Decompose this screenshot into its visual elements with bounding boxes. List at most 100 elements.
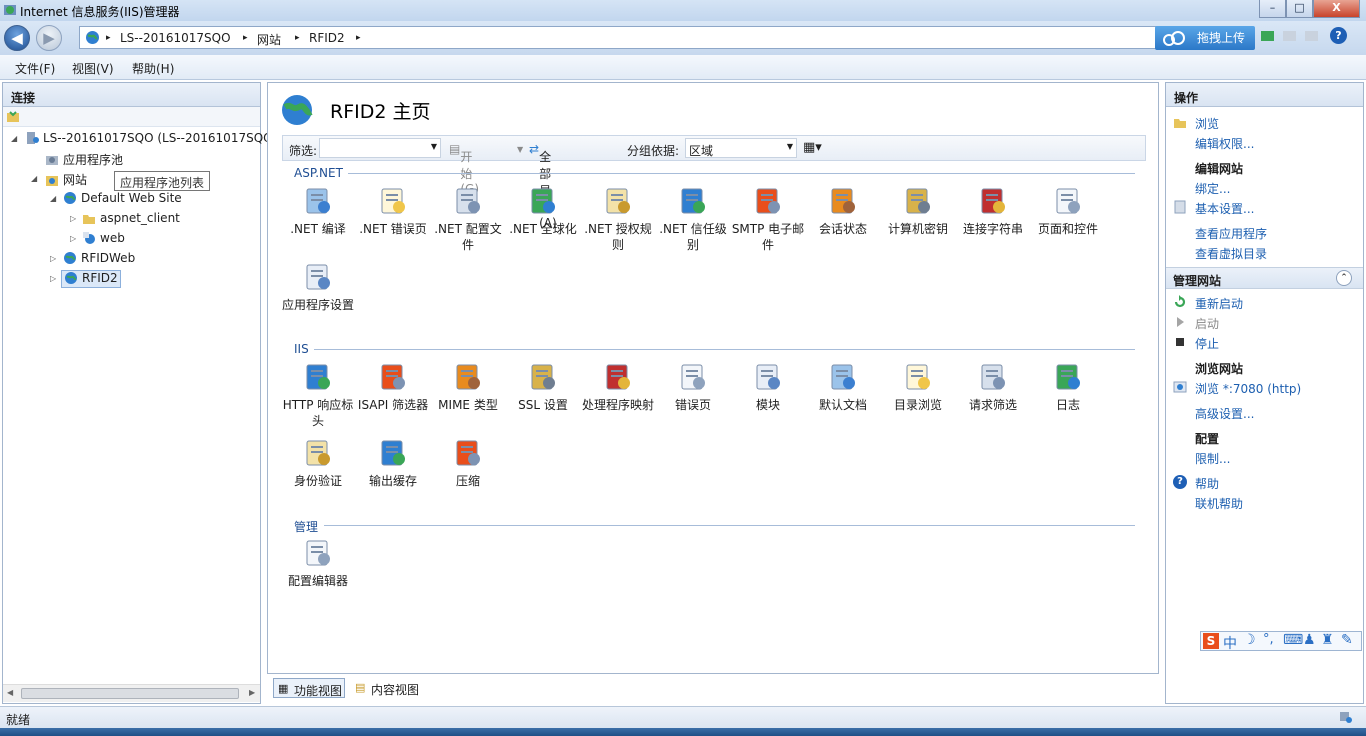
- feature-1-10[interactable]: 日志: [1030, 361, 1106, 413]
- feature-1-13[interactable]: 压缩: [430, 437, 506, 489]
- tree-node-default-site[interactable]: Default Web Site: [63, 191, 182, 209]
- action-limits[interactable]: 限制...: [1195, 450, 1230, 467]
- keyboard-icon[interactable]: ⌨: [1283, 632, 1303, 648]
- show-all-button[interactable]: ⇄ 全部显示(A): [529, 142, 557, 230]
- feature-icon: [306, 264, 330, 290]
- menu-help[interactable]: 帮助(H): [132, 60, 174, 77]
- connect-icon[interactable]: [1260, 29, 1276, 43]
- scroll-right-icon[interactable]: ▶: [249, 688, 255, 697]
- tab-features-view[interactable]: ▦ 功能视图: [273, 678, 345, 698]
- scroll-left-icon[interactable]: ◀: [7, 688, 13, 697]
- feature-1-5[interactable]: 错误页: [655, 361, 731, 413]
- section-browse-site: 浏览网站: [1195, 362, 1244, 376]
- action-start[interactable]: 启动: [1195, 315, 1219, 332]
- tree-node-web[interactable]: web: [82, 231, 125, 249]
- feature-0-11[interactable]: 应用程序设置: [280, 261, 356, 313]
- breadcrumb-server[interactable]: LS--20161017SQO: [120, 31, 231, 45]
- filter-label: 筛选:: [289, 144, 318, 158]
- filter-input[interactable]: ▼: [319, 138, 441, 158]
- new-connection-icon[interactable]: [6, 110, 20, 124]
- feature-0-8[interactable]: 计算机密钥: [880, 185, 956, 237]
- feature-1-7[interactable]: 默认文档: [805, 361, 881, 413]
- feature-1-3[interactable]: SSL 设置: [505, 361, 581, 413]
- feature-icon: [456, 364, 480, 390]
- action-browse[interactable]: 浏览: [1195, 115, 1219, 132]
- feature-label: 默认文档: [818, 398, 867, 412]
- feature-0-5[interactable]: .NET 信任级别: [655, 185, 731, 253]
- action-browse-port[interactable]: 浏览 *:7080 (http): [1195, 380, 1301, 397]
- feature-icon: [681, 364, 705, 390]
- feature-0-4[interactable]: .NET 授权规则: [580, 185, 656, 253]
- action-basic-settings[interactable]: 基本设置...: [1195, 200, 1254, 217]
- tree-node-rfidweb[interactable]: RFIDWeb: [63, 251, 135, 269]
- help-icon[interactable]: ?: [1330, 27, 1347, 44]
- action-bindings[interactable]: 绑定...: [1195, 180, 1230, 197]
- feature-0-1[interactable]: .NET 错误页: [355, 185, 431, 237]
- settings-wrench-icon[interactable]: ✎: [1341, 632, 1353, 648]
- scrollbar-thumb[interactable]: [21, 688, 239, 699]
- feature-icon: [831, 188, 855, 214]
- action-stop[interactable]: 停止: [1195, 335, 1219, 352]
- ime-language[interactable]: 中: [1223, 633, 1237, 653]
- feature-1-11[interactable]: 身份验证: [280, 437, 356, 489]
- minimize-button[interactable]: –: [1259, 0, 1286, 18]
- group-by-select[interactable]: 区域 ▼: [685, 138, 797, 158]
- skin-icon[interactable]: ♜: [1321, 632, 1334, 648]
- save-connection-icon[interactable]: [1304, 29, 1320, 43]
- back-button[interactable]: ◀: [4, 25, 30, 51]
- action-online-help[interactable]: 联机帮助: [1195, 495, 1243, 512]
- punctuation-icon[interactable]: °,: [1263, 632, 1274, 647]
- feature-icon: [606, 364, 630, 390]
- show-all-icon: ⇄: [529, 142, 540, 156]
- action-restart[interactable]: 重新启动: [1195, 295, 1243, 312]
- feature-0-3[interactable]: .NET 全球化: [505, 185, 581, 237]
- manage-site-header[interactable]: 管理网站 ⌃: [1166, 267, 1363, 289]
- breadcrumb[interactable]: ▸ LS--20161017SQO ▸ 网站 ▸ RFID2 ▸: [79, 26, 1159, 49]
- half-width-icon[interactable]: ☽: [1243, 632, 1256, 648]
- feature-1-9[interactable]: 请求筛选: [955, 361, 1031, 413]
- feature-0-9[interactable]: 连接字符串: [955, 185, 1031, 237]
- menu-view[interactable]: 视图(V): [72, 60, 114, 77]
- feature-0-2[interactable]: .NET 配置文件: [430, 185, 506, 253]
- action-view-virtual-dirs[interactable]: 查看虚拟目录: [1195, 245, 1267, 262]
- horizontal-scrollbar[interactable]: ◀ ▶: [3, 684, 260, 702]
- feature-0-7[interactable]: 会话状态: [805, 185, 881, 237]
- drag-upload-button[interactable]: 拖拽上传: [1155, 26, 1255, 50]
- tree-node-app-pools[interactable]: 应用程序池: [45, 151, 123, 169]
- breadcrumb-sites[interactable]: 网站: [257, 31, 281, 48]
- feature-1-2[interactable]: MIME 类型: [430, 361, 506, 413]
- feature-0-10[interactable]: 页面和控件: [1030, 185, 1106, 237]
- view-mode-icon[interactable]: ▦▾: [803, 140, 822, 155]
- feature-2-0[interactable]: 配置编辑器: [280, 537, 356, 589]
- feature-1-12[interactable]: 输出缓存: [355, 437, 431, 489]
- action-edit-permissions[interactable]: 编辑权限...: [1195, 135, 1254, 152]
- tree-node-rfid2[interactable]: RFID2: [61, 270, 121, 288]
- collapse-icon[interactable]: ⌃: [1336, 270, 1352, 286]
- feature-1-6[interactable]: 模块: [730, 361, 806, 413]
- ime-toolbar[interactable]: S 中 ☽ °, ⌨ ♟ ♜ ✎: [1200, 631, 1362, 653]
- menu-file[interactable]: 文件(F): [15, 60, 55, 77]
- content-view-icon: ▤: [355, 681, 366, 694]
- maximize-button[interactable]: □: [1286, 0, 1313, 18]
- feature-1-4[interactable]: 处理程序映射: [580, 361, 656, 413]
- forward-button[interactable]: ▶: [36, 25, 62, 51]
- tree-node-server[interactable]: LS--20161017SQO (LS--20161017SQO: [25, 131, 273, 149]
- feature-label: .NET 信任级别: [659, 222, 727, 252]
- feature-0-6[interactable]: SMTP 电子邮件: [730, 185, 806, 253]
- tree-node-sites[interactable]: 网站: [45, 171, 87, 189]
- feature-1-1[interactable]: ISAPI 筛选器: [355, 361, 431, 413]
- feature-1-0[interactable]: HTTP 响应标头: [280, 361, 356, 429]
- feature-0-0[interactable]: .NET 编译: [280, 185, 356, 237]
- user-icon[interactable]: ♟: [1303, 632, 1316, 648]
- action-help[interactable]: 帮助: [1195, 475, 1219, 492]
- close-button[interactable]: X: [1313, 0, 1360, 18]
- action-advanced-settings[interactable]: 高级设置...: [1195, 405, 1254, 422]
- action-view-applications[interactable]: 查看应用程序: [1195, 225, 1267, 242]
- feature-1-8[interactable]: 目录浏览: [880, 361, 956, 413]
- disconnect-icon[interactable]: [1282, 29, 1298, 43]
- feature-label: HTTP 响应标头: [282, 398, 354, 428]
- tree-node-aspnet-client[interactable]: aspnet_client: [82, 211, 180, 229]
- breadcrumb-rfid2[interactable]: RFID2: [309, 31, 345, 45]
- start-filter-button[interactable]: ▤ 开始(G): [449, 142, 479, 196]
- tab-content-view[interactable]: ▤ 内容视图: [351, 678, 423, 698]
